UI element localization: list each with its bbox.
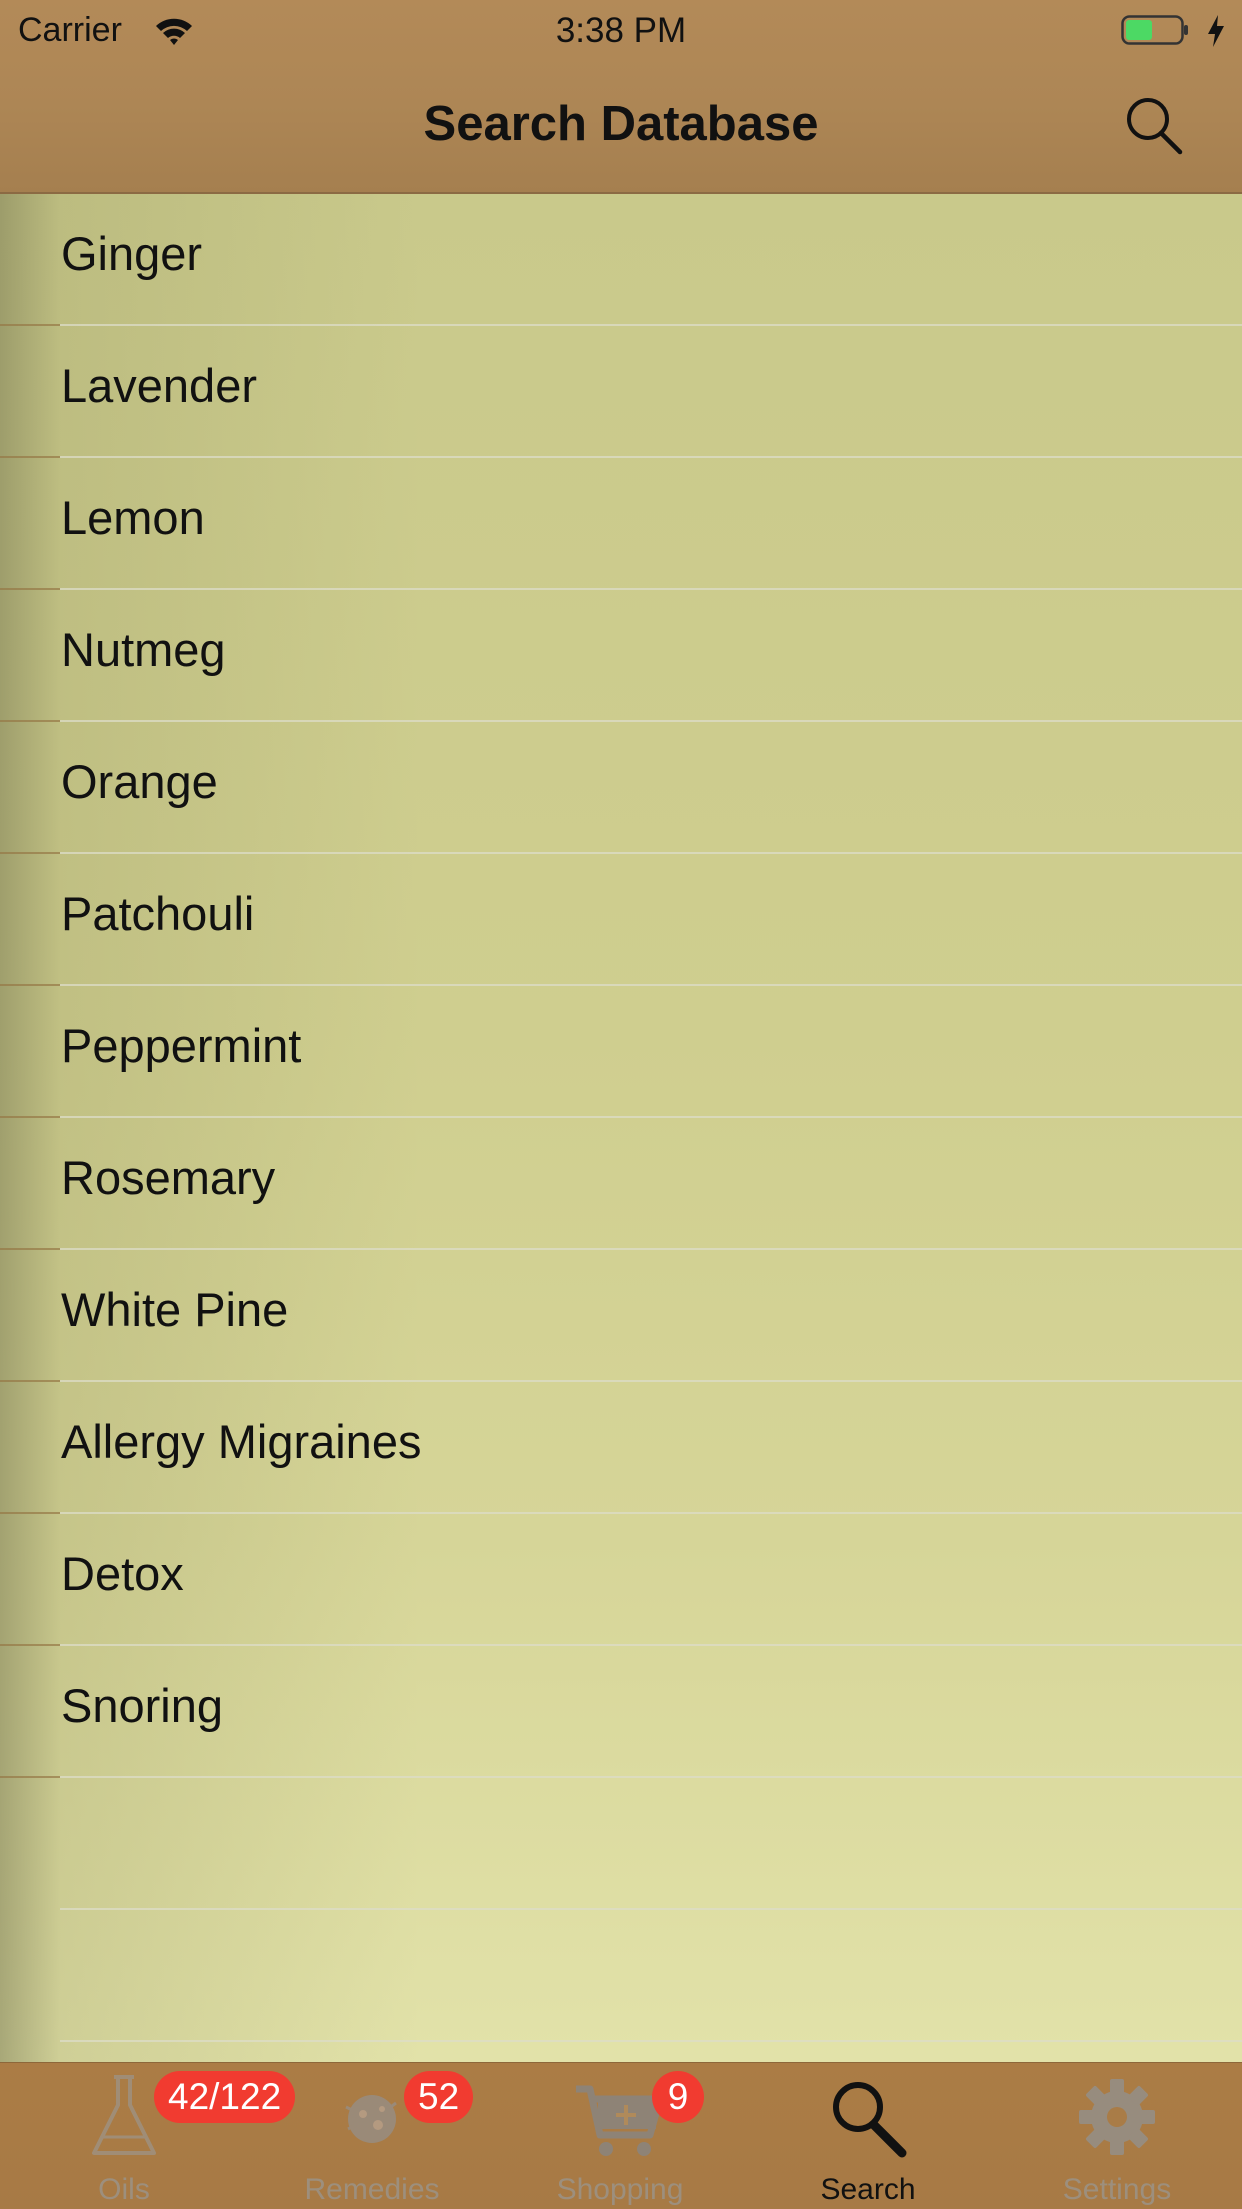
list-item[interactable]: Lavender [0,326,1242,458]
tab-label: Shopping [556,2173,684,2206]
tab-label: Remedies [304,2173,440,2206]
list-item-label: Snoring [61,1679,223,1732]
list-item-label: Lemon [61,491,205,544]
remedies-badge: 52 [404,2071,474,2123]
list-item-label: Peppermint [61,1019,302,1072]
tab-shopping[interactable]: 9 Shopping [496,2063,744,2209]
tab-search[interactable]: Search [744,2063,992,2209]
list-item-label: Orange [61,755,218,808]
gear-icon [1079,2079,1155,2155]
search-icon[interactable] [1122,95,1186,155]
list-item[interactable]: Snoring [0,1646,1242,1778]
battery-icon [1121,15,1188,45]
tab-label: Settings [1062,2173,1172,2206]
list-item[interactable]: Patchouli [0,854,1242,986]
list-item-label: Nutmeg [61,623,226,676]
empty-row [0,1778,1242,1910]
list-item[interactable]: Nutmeg [0,590,1242,722]
top-bar: Carrier 3:38 PM Search Database [0,0,1242,194]
list-item[interactable]: Peppermint [0,986,1242,1118]
list-item[interactable]: Detox [0,1514,1242,1646]
clock: 3:38 PM [555,11,687,50]
remedies-icon [345,2095,397,2143]
tab-oils[interactable]: 42/122 Oils [0,2063,296,2209]
shopping-badge: 9 [652,2071,704,2123]
list-item[interactable]: Ginger [0,194,1242,326]
list-item-label: Allergy Migraines [61,1415,422,1468]
list-item[interactable]: Lemon [0,458,1242,590]
empty-row [0,1910,1242,2042]
flask-icon [92,2075,156,2155]
page-title: Search Database [423,97,819,151]
list-item-label: Lavender [61,359,257,412]
search-icon [833,2082,907,2158]
charging-bolt-icon [1208,15,1224,47]
list-item-label: Patchouli [61,887,255,940]
list-item-label: Ginger [61,227,203,280]
list-item[interactable]: White Pine [0,1250,1242,1382]
tab-settings[interactable]: Settings [992,2063,1242,2209]
list-item[interactable]: Allergy Migraines [0,1382,1242,1514]
list-item[interactable]: Rosemary [0,1118,1242,1250]
tab-label: Oils [98,2173,150,2206]
status-bar: Carrier 3:38 PM [0,0,1242,60]
list-item-label: White Pine [61,1283,289,1336]
search-results-list: Ginger Lavender Lemon Nutmeg Orange Patc… [0,194,1242,2062]
tab-remedies[interactable]: 52 Remedies [248,2063,496,2209]
list-item-label: Rosemary [61,1151,276,1204]
list-item[interactable]: Orange [0,722,1242,854]
tab-bar: 42/122 Oils 52 Remedies 9 Shopping Searc… [0,2062,1242,2209]
list-item-label: Detox [61,1547,184,1600]
tab-label: Search [820,2173,916,2206]
